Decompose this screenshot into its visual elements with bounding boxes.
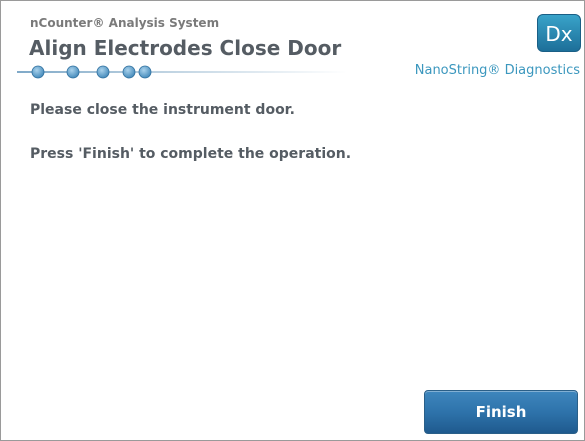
dx-badge: Dx bbox=[537, 14, 581, 52]
app-screen: nCounter® Analysis System Align Electrod… bbox=[0, 0, 585, 441]
instruction-close-door: Please close the instrument door. bbox=[30, 102, 295, 118]
progress-track bbox=[17, 71, 347, 73]
instruction-press-finish: Press 'Finish' to complete the operation… bbox=[30, 146, 352, 162]
progress-step-dot bbox=[66, 65, 80, 79]
progress-step-dot bbox=[138, 65, 152, 79]
progress-step-dot bbox=[122, 65, 136, 79]
progress-indicator bbox=[17, 65, 347, 79]
brand-logo-text: NanoString® Diagnostics bbox=[414, 63, 580, 78]
finish-button[interactable]: Finish bbox=[424, 390, 578, 434]
page-title: Align Electrodes Close Door bbox=[29, 36, 342, 60]
progress-step-dot bbox=[31, 65, 45, 79]
progress-step-dot bbox=[96, 65, 110, 79]
system-name: nCounter® Analysis System bbox=[30, 16, 220, 30]
